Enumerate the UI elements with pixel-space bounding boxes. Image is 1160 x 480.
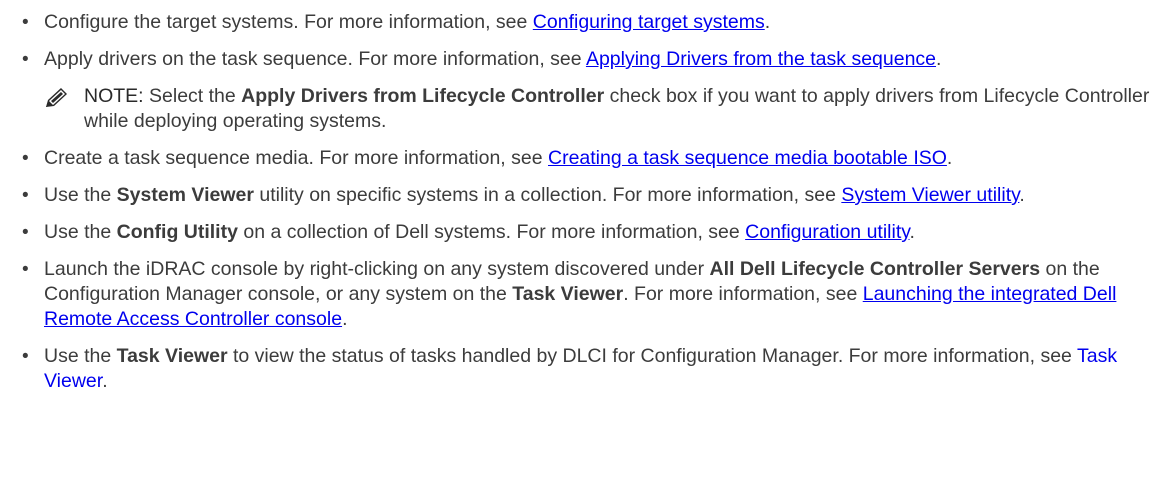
link-creating-task-sequence-media[interactable]: Creating a task sequence media bootable … <box>548 147 947 169</box>
item-text-end: . <box>946 147 953 169</box>
item-text-end: . <box>909 221 915 243</box>
bullet-icon: • <box>22 12 29 33</box>
bold-term: Config Utility <box>116 221 238 243</box>
item-text: Apply drivers on the task sequence. For … <box>44 48 586 70</box>
item-text-end: . <box>342 308 348 330</box>
bullet-icon: • <box>22 259 29 280</box>
bullet-icon: • <box>22 185 29 206</box>
bold-term: Task Viewer <box>116 345 228 367</box>
item-text: Create a task sequence media. For more i… <box>44 147 548 169</box>
bullet-list: • Configure the target systems. For more… <box>0 0 1160 72</box>
bullet-icon: • <box>22 346 29 367</box>
bullet-icon: • <box>22 222 29 243</box>
item-text: Use the <box>44 345 117 367</box>
item-text: Use the <box>44 184 117 206</box>
list-item: • Launch the iDRAC console by right-clic… <box>0 257 1160 332</box>
note-label: NOTE: <box>84 85 144 107</box>
item-text-mid: on a collection of Dell systems. For mor… <box>237 221 746 243</box>
list-item: • Apply drivers on the task sequence. Fo… <box>0 47 1160 72</box>
link-configuring-target-systems[interactable]: Configuring target systems <box>533 11 765 33</box>
note-text: Select the <box>143 85 242 107</box>
item-text: Configure the target systems. For more i… <box>44 11 533 33</box>
bullet-list-continued: • Create a task sequence media. For more… <box>0 146 1160 394</box>
list-item: • Use the Task Viewer to view the status… <box>0 344 1160 394</box>
bullet-icon: • <box>22 49 29 70</box>
link-system-viewer-utility[interactable]: System Viewer utility <box>841 184 1019 206</box>
bold-term: All Dell Lifecycle Controller Servers <box>709 258 1041 280</box>
bullet-icon: • <box>22 148 29 169</box>
item-text-end: . <box>1019 184 1025 206</box>
note-block: NOTE: Select the Apply Drivers from Life… <box>0 84 1160 134</box>
item-text-mid: to view the status of tasks handled by D… <box>227 345 1077 367</box>
item-text-end: . <box>102 370 108 392</box>
document-body: • Configure the target systems. For more… <box>0 0 1160 406</box>
item-text: Use the <box>44 221 117 243</box>
item-text-mid2: . For more information, see <box>623 283 863 305</box>
bold-term-task-viewer: Task Viewer <box>512 283 624 305</box>
pencil-icon <box>46 88 67 107</box>
bold-term: System Viewer <box>116 184 254 206</box>
list-item: • Create a task sequence media. For more… <box>0 146 1160 171</box>
list-item: • Configure the target systems. For more… <box>0 0 1160 35</box>
item-text: Launch the iDRAC console by right-clicki… <box>44 258 710 280</box>
note-bold-text: Apply Drivers from Lifecycle Controller <box>241 85 605 107</box>
item-text-mid: utility on specific systems in a collect… <box>253 184 842 206</box>
list-item: • Use the Config Utility on a collection… <box>0 220 1160 245</box>
link-configuration-utility[interactable]: Configuration utility <box>745 221 909 243</box>
link-applying-drivers[interactable]: Applying Drivers from the task sequence <box>586 48 936 70</box>
item-text-end: . <box>936 48 942 70</box>
item-text-end: . <box>764 11 771 33</box>
list-item: • Use the System Viewer utility on speci… <box>0 183 1160 208</box>
